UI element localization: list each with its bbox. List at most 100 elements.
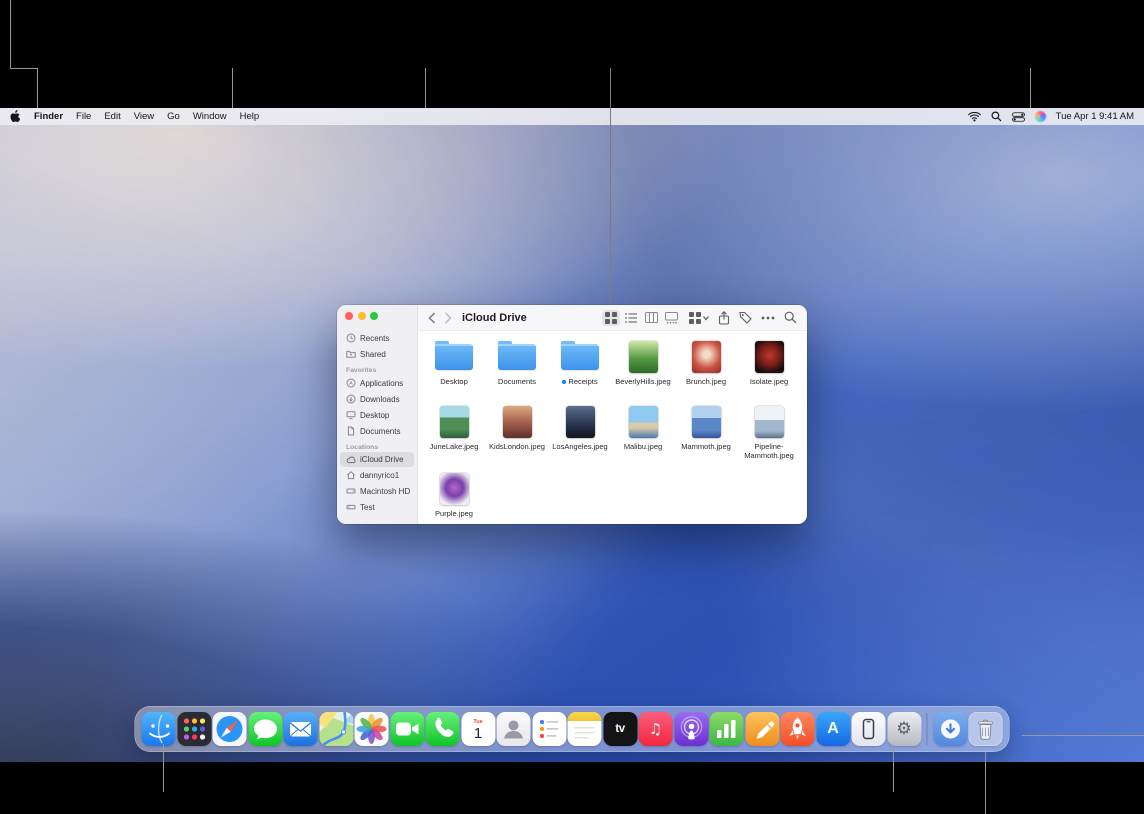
control-center-icon[interactable] (1012, 112, 1025, 122)
menu-bar-clock[interactable]: Tue Apr 1 9:41 AM (1056, 111, 1134, 122)
dock-pages-icon[interactable] (745, 712, 779, 746)
file-item[interactable]: KidsLondon.jpeg (488, 404, 546, 452)
dock-iphone-mirroring-icon[interactable] (852, 712, 886, 746)
forward-button[interactable] (444, 312, 452, 324)
minimize-button[interactable] (358, 312, 366, 320)
dock-mail-icon[interactable] (284, 712, 318, 746)
back-button[interactable] (428, 312, 436, 324)
file-item[interactable]: Receipts (551, 339, 609, 387)
file-label: LosAngeles.jpeg (551, 443, 609, 452)
dock-games-icon[interactable] (781, 712, 815, 746)
menu-item-go[interactable]: Go (167, 111, 180, 122)
window-title: iCloud Drive (462, 312, 527, 324)
dock-reminders-icon[interactable] (532, 712, 566, 746)
file-item[interactable]: Isolate.jpeg (740, 339, 798, 387)
finder-sidebar: Recents Shared Favorites A Applications … (337, 305, 418, 524)
sidebar-item-desktop[interactable]: Desktop (337, 407, 417, 423)
file-item[interactable]: Pipeline-Mammoth.jpeg (740, 404, 798, 461)
callout-line (10, 68, 38, 69)
column-view-button[interactable] (642, 310, 660, 326)
file-item[interactable]: BeverlyHills.jpeg (614, 339, 672, 387)
dock-contacts-icon[interactable] (497, 712, 531, 746)
sidebar-item-label: Documents (360, 427, 400, 436)
file-item[interactable]: LosAngeles.jpeg (551, 404, 609, 452)
dock-music-icon[interactable]: ♫ (639, 712, 673, 746)
wifi-icon[interactable] (968, 112, 981, 122)
sidebar-item-downloads[interactable]: Downloads (337, 391, 417, 407)
menu-item-file[interactable]: File (76, 111, 91, 122)
icon-view-button[interactable] (602, 310, 620, 326)
dock-separator (927, 713, 928, 745)
menu-item-edit[interactable]: Edit (104, 111, 120, 122)
image-thumbnail (692, 341, 721, 373)
close-button[interactable] (345, 312, 353, 320)
dock-notes-icon[interactable] (568, 712, 602, 746)
spotlight-icon[interactable] (991, 111, 1002, 122)
dock-numbers-icon[interactable] (710, 712, 744, 746)
sidebar-item-dannyrico1[interactable]: dannyrico1 (337, 467, 417, 483)
dock-finder-icon[interactable] (142, 712, 176, 746)
menu-item-window[interactable]: Window (193, 111, 227, 122)
folder-icon (435, 344, 473, 370)
file-item[interactable]: Desktop (425, 339, 483, 387)
file-item[interactable]: JuneLake.jpeg (425, 404, 483, 452)
sidebar-item-recents[interactable]: Recents (337, 330, 417, 346)
sidebar-section-locations: Locations (346, 444, 417, 451)
sidebar-item-icloud-drive[interactable]: iCloud Drive (340, 452, 414, 467)
dock-calendar-icon[interactable]: Tue 1 (461, 712, 495, 746)
menu-item-view[interactable]: View (134, 111, 154, 122)
sidebar-item-documents[interactable]: Documents (337, 423, 417, 439)
file-label: Malibu.jpeg (614, 443, 672, 452)
finder-toolbar: iCloud Drive (418, 305, 807, 331)
group-button[interactable] (689, 312, 709, 324)
menu-item-help[interactable]: Help (240, 111, 260, 122)
sidebar-item-macintosh-hd[interactable]: Macintosh HD (337, 483, 417, 499)
dock-photos-icon[interactable] (355, 712, 389, 746)
share-icon[interactable] (718, 311, 730, 325)
dock-maps-icon[interactable] (319, 712, 353, 746)
external-drive-icon (346, 502, 356, 512)
dock-podcasts-icon[interactable] (674, 712, 708, 746)
dock-downloads-icon[interactable] (933, 712, 967, 746)
file-item[interactable]: Malibu.jpeg (614, 404, 672, 452)
finder-window: Recents Shared Favorites A Applications … (337, 305, 807, 524)
callout-line (610, 68, 611, 305)
desktop-wallpaper[interactable]: Finder File Edit View Go Window Help Tue… (0, 108, 1144, 762)
dock-launchpad-icon[interactable] (177, 712, 211, 746)
siri-icon[interactable] (1035, 111, 1046, 122)
dock-tv-icon[interactable]: tv (603, 712, 637, 746)
music-note-glyph: ♫ (649, 722, 662, 737)
dock-trash-icon[interactable] (969, 712, 1003, 746)
dock-facetime-icon[interactable] (390, 712, 424, 746)
internal-drive-icon (346, 486, 356, 496)
dock-app-store-icon[interactable]: A (816, 712, 850, 746)
search-icon[interactable] (784, 311, 797, 324)
gallery-view-button[interactable] (662, 310, 680, 326)
gear-icon: ⚙ (896, 721, 911, 738)
dock-system-settings-icon[interactable]: ⚙ (887, 712, 921, 746)
file-item[interactable]: Brunch.jpeg (677, 339, 735, 387)
sidebar-item-label: Downloads (360, 395, 400, 404)
app-store-logo-text: A (827, 721, 839, 737)
sidebar-item-shared[interactable]: Shared (337, 346, 417, 362)
traffic-lights (345, 312, 378, 320)
image-thumbnail (629, 341, 658, 373)
file-item[interactable]: Mammoth.jpeg (677, 404, 735, 452)
tags-icon[interactable] (739, 311, 752, 324)
dock-phone-icon[interactable] (426, 712, 460, 746)
file-label: Purple.jpeg (425, 510, 483, 519)
dock-messages-icon[interactable] (248, 712, 282, 746)
svg-text:A: A (349, 381, 353, 387)
zoom-button[interactable] (370, 312, 378, 320)
sidebar-item-applications[interactable]: A Applications (337, 375, 417, 391)
file-item[interactable]: Purple.jpeg (425, 471, 483, 519)
sidebar-item-label: Recents (360, 334, 389, 343)
list-view-button[interactable] (622, 310, 640, 326)
more-icon[interactable] (761, 316, 775, 320)
file-item[interactable]: Documents (488, 339, 546, 387)
apple-menu-icon[interactable] (10, 110, 21, 123)
sidebar-item-test[interactable]: Test (337, 499, 417, 515)
file-label: Brunch.jpeg (677, 378, 735, 387)
dock-safari-icon[interactable] (213, 712, 247, 746)
menu-item-finder[interactable]: Finder (34, 111, 63, 122)
